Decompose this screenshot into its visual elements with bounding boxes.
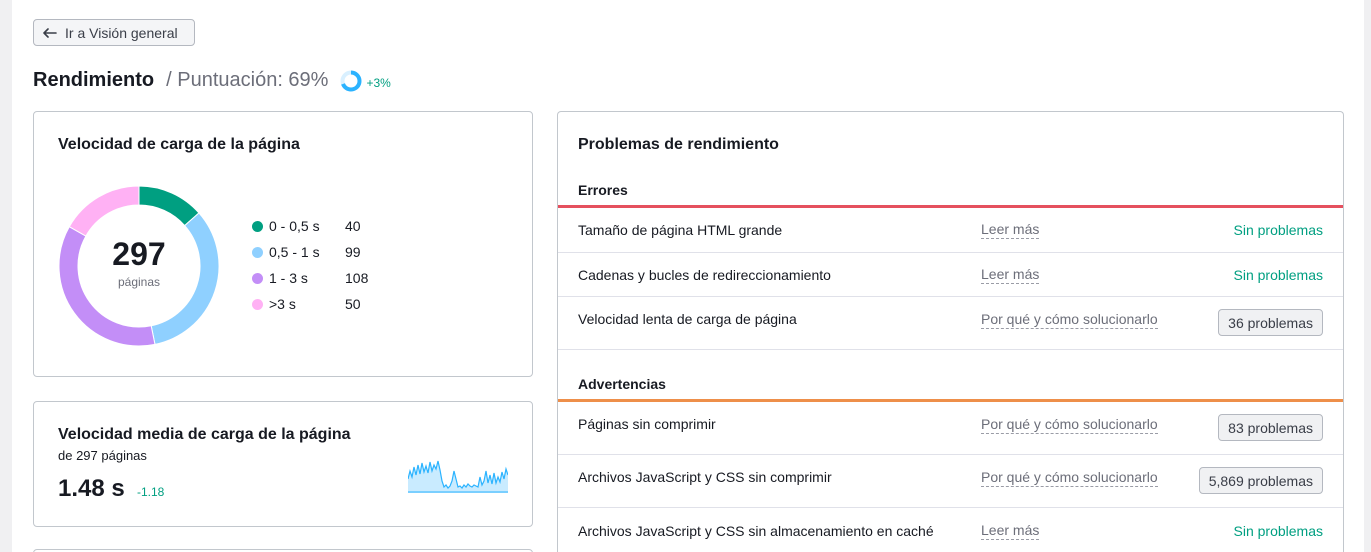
issue-name: Cadenas y bucles de redireccionamiento	[578, 266, 831, 283]
issues-title: Problemas de rendimiento	[578, 136, 779, 153]
issue-help-link[interactable]: Por qué y cómo solucionarlo	[981, 469, 1158, 487]
load-speed-legend: 0 - 0,5 s 40 0,5 - 1 s 99 1 - 3 s 108 >3…	[252, 213, 385, 317]
arrow-left-icon	[43, 27, 57, 38]
score-label: / Puntuación: 69%	[166, 68, 329, 91]
performance-issues-card: Problemas de rendimiento Errores Tamaño …	[557, 111, 1344, 552]
sparkline-icon	[408, 460, 508, 493]
avg-speed-delta: -1.18	[137, 485, 165, 499]
issue-row: Velocidad lenta de carga de página Por q…	[558, 297, 1343, 350]
issue-name: Velocidad lenta de carga de página	[578, 311, 797, 327]
legend-label: 0 - 0,5 s	[269, 218, 320, 234]
issue-help-link[interactable]: Leer más	[981, 221, 1040, 239]
issue-name: Páginas sin comprimir	[578, 416, 716, 432]
load-speed-donut: 297 páginas	[58, 185, 220, 347]
legend-value: 50	[345, 296, 361, 312]
issue-help-link[interactable]: Por qué y cómo solucionarlo	[981, 311, 1158, 329]
issue-count-button[interactable]: 36 problemas	[1218, 309, 1323, 336]
avg-speed-value: 1.48 s	[58, 475, 125, 502]
issue-name: Tamaño de página HTML grande	[578, 222, 783, 238]
errors-heading: Errores	[578, 182, 628, 198]
issue-row: Páginas sin comprimir Por qué y cómo sol…	[558, 402, 1343, 455]
score-delta: +3%	[366, 76, 391, 90]
issue-row: Archivos JavaScript y CSS sin comprimir …	[558, 455, 1343, 508]
issue-row: Tamaño de página HTML grande Leer más Si…	[558, 208, 1343, 253]
avg-speed-title: Velocidad media de carga de la página	[58, 426, 351, 443]
warnings-heading: Advertencias	[578, 376, 666, 392]
legend-item[interactable]: >3 s 50	[252, 291, 385, 317]
legend-dot	[252, 220, 263, 232]
legend-label: 1 - 3 s	[269, 270, 308, 286]
issue-status: Sin problemas	[1233, 222, 1324, 238]
issue-status: Sin problemas	[1233, 522, 1324, 539]
legend-dot	[252, 298, 263, 310]
legend-item[interactable]: 1 - 3 s 108	[252, 265, 385, 291]
avg-speed-subtitle: de 297 páginas	[58, 448, 147, 463]
issue-help-link[interactable]: Por qué y cómo solucionarlo	[981, 416, 1158, 434]
legend-item[interactable]: 0 - 0,5 s 40	[252, 213, 385, 239]
score-ring-icon	[340, 70, 362, 92]
issue-help-link[interactable]: Leer más	[981, 266, 1040, 284]
legend-label: >3 s	[269, 296, 296, 312]
legend-item[interactable]: 0,5 - 1 s 99	[252, 239, 385, 265]
load-speed-card: Velocidad de carga de la página 297 pági…	[33, 111, 533, 377]
legend-dot	[252, 246, 263, 258]
donut-total: 297	[112, 236, 166, 272]
back-to-overview-button[interactable]: Ir a Visión general	[33, 19, 195, 46]
issue-name: Archivos JavaScript y CSS sin comprimir	[578, 469, 832, 485]
avg-speed-card: Velocidad media de carga de la página de…	[33, 401, 533, 527]
legend-dot	[252, 272, 263, 284]
legend-value: 99	[345, 244, 361, 260]
back-label: Ir a Visión general	[65, 24, 178, 41]
issue-row: Cadenas y bucles de redireccionamiento L…	[558, 253, 1343, 297]
page-header: Rendimiento / Puntuación: 69% +3%	[33, 66, 391, 94]
legend-value: 40	[345, 218, 361, 234]
issue-row: Archivos JavaScript y CSS sin almacenami…	[558, 508, 1343, 552]
issue-count-button[interactable]: 83 problemas	[1218, 414, 1323, 441]
legend-value: 108	[345, 270, 369, 286]
donut-total-label: páginas	[117, 275, 161, 289]
issue-status: Sin problemas	[1233, 266, 1324, 283]
issue-help-link[interactable]: Leer más	[981, 522, 1040, 540]
issue-name: Archivos JavaScript y CSS sin almacenami…	[578, 522, 934, 539]
page-title: Rendimiento	[33, 68, 155, 91]
load-speed-title: Velocidad de carga de la página	[58, 136, 300, 153]
legend-label: 0,5 - 1 s	[269, 244, 320, 260]
issue-count-button[interactable]: 5,869 problemas	[1198, 467, 1323, 494]
